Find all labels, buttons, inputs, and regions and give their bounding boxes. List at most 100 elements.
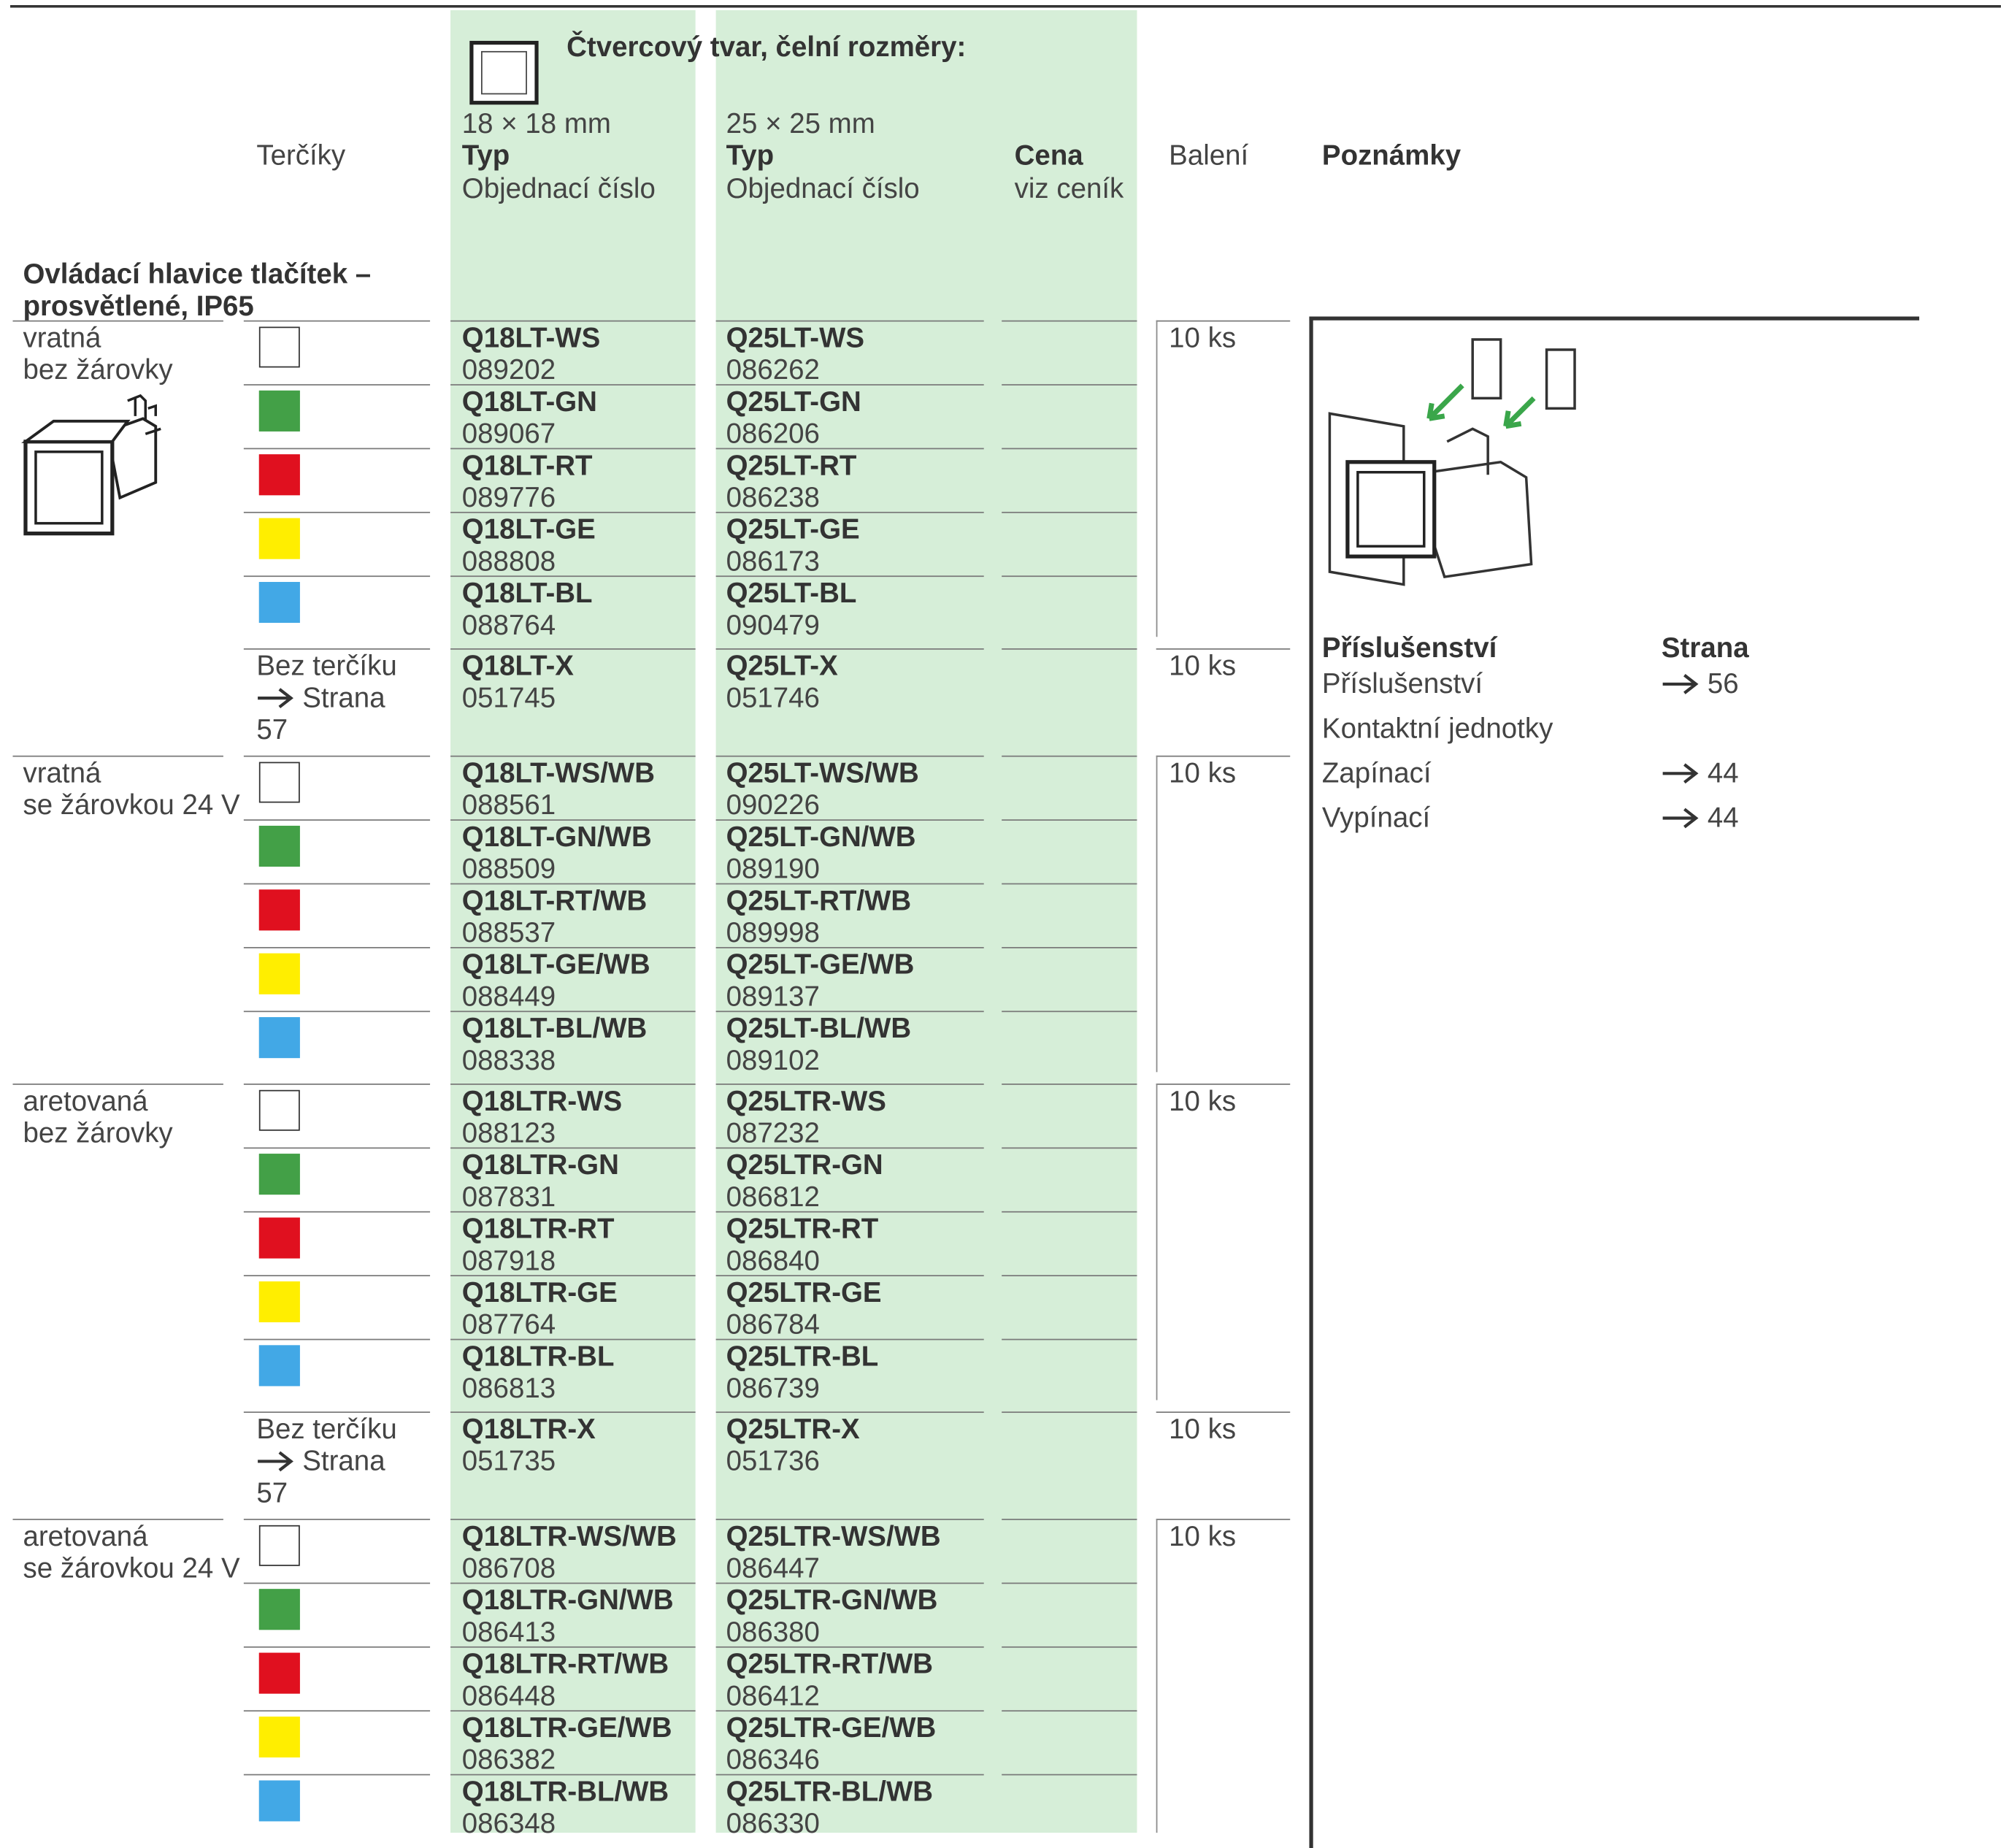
- order-18: 086413: [461, 1615, 556, 1648]
- type-18: Q18LT-GN/WB: [461, 820, 652, 853]
- type-25: Q25LT-GN: [726, 385, 861, 418]
- push-button-head-image: [21, 394, 161, 536]
- packing-header: Balení: [1169, 139, 1249, 172]
- packing-value: 10 ks: [1169, 321, 1237, 354]
- type-18: Q18LTR-BL/WB: [461, 1775, 669, 1808]
- order-18: 089776: [461, 480, 556, 513]
- order-18: 086708: [461, 1552, 556, 1584]
- target-swatch-green: [258, 825, 300, 867]
- type-18: Q18LTR-WS/WB: [461, 1519, 677, 1552]
- no-target-page-ref: Strana: [256, 1445, 385, 1476]
- order-18: 088449: [461, 980, 556, 1013]
- packing-value: 10 ks: [1169, 1413, 1237, 1445]
- packing-value: 10 ks: [1169, 756, 1237, 789]
- group-label: vratná: [23, 321, 101, 354]
- section-title-line2: prosvětlené, IP65: [23, 289, 254, 322]
- order-18: 088338: [461, 1043, 556, 1076]
- type-25: Q25LT-BL: [726, 577, 857, 609]
- order-25: 086784: [726, 1308, 820, 1341]
- order-25: 086262: [726, 353, 820, 386]
- type-18: Q18LTR-GN/WB: [461, 1584, 674, 1616]
- packing-bracket-2: [1156, 755, 1158, 1073]
- order-25: 086206: [726, 417, 820, 450]
- no-target-label: Bez terčíku: [256, 649, 397, 682]
- type-25: Q25LT-GE/WB: [726, 948, 915, 981]
- group-label: vratná: [23, 756, 101, 789]
- accessory-page-link[interactable]: 44: [1662, 802, 1739, 833]
- mounting-illustration: [1328, 338, 1576, 586]
- top-rule: [9, 4, 2001, 8]
- type-25: Q25LT-WS/WB: [726, 756, 919, 789]
- accessory-label: Příslušenství: [1321, 667, 1483, 699]
- square-shape-icon: [469, 40, 539, 105]
- order-25: 086346: [726, 1743, 820, 1776]
- type-18: Q18LTR-GN: [461, 1149, 619, 1181]
- order-header-25: Objednací číslo: [726, 172, 920, 204]
- group-label: aretovaná: [23, 1084, 148, 1117]
- type-25: Q25LTR-GN/WB: [726, 1584, 938, 1616]
- type-18: Q18LT-GN: [461, 385, 597, 418]
- target-swatch-yellow: [258, 1281, 300, 1322]
- target-swatch-blue: [258, 1780, 300, 1822]
- type-18: Q18LTR-RT: [461, 1212, 615, 1245]
- accessories-title: Příslušenství: [1321, 632, 1497, 664]
- group-sublabel: se žárovkou 24 V: [23, 1552, 240, 1584]
- order-25: 051746: [726, 681, 820, 714]
- type-18: Q18LT-WS: [461, 321, 601, 354]
- order-18: 086382: [461, 1743, 556, 1776]
- order-25: 089998: [726, 916, 820, 948]
- target-swatch-green: [258, 1154, 300, 1195]
- group-sublabel: se žárovkou 24 V: [23, 789, 240, 821]
- order-18: 087764: [461, 1308, 556, 1341]
- order-18: 089067: [461, 417, 556, 450]
- order-25: 086447: [726, 1552, 820, 1584]
- packing-value: 10 ks: [1169, 1084, 1237, 1117]
- target-swatch-yellow: [258, 953, 300, 994]
- group-sublabel: bez žárovky: [23, 1116, 173, 1149]
- order-25: 089102: [726, 1043, 820, 1076]
- order-18: 051735: [461, 1444, 556, 1477]
- type-18: Q18LT-GE/WB: [461, 948, 650, 981]
- packing-bracket-4: [1156, 1519, 1158, 1833]
- type-18: Q18LT-WS/WB: [461, 756, 655, 789]
- type-18: Q18LT-BL/WB: [461, 1012, 648, 1044]
- typ-header-18: Typ: [461, 139, 510, 172]
- target-swatch-green: [258, 1589, 300, 1630]
- type-18: Q18LTR-GE/WB: [461, 1711, 672, 1744]
- no-target-page-ref: Strana: [256, 681, 385, 713]
- type-25: Q25LTR-GN: [726, 1149, 883, 1181]
- order-25: 089137: [726, 980, 820, 1013]
- order-25: 051736: [726, 1444, 820, 1477]
- type-25: Q25LT-GE: [726, 513, 860, 545]
- target-swatch-yellow: [258, 1717, 300, 1757]
- group-sublabel: bez žárovky: [23, 353, 173, 386]
- type-25: Q25LTR-WS/WB: [726, 1519, 941, 1552]
- type-18: Q18LTR-X: [461, 1413, 596, 1445]
- no-target-page: 57: [256, 713, 288, 745]
- accessory-page-link[interactable]: 44: [1662, 757, 1739, 789]
- type-25: Q25LT-GN/WB: [726, 820, 916, 853]
- type-25: Q25LT-X: [726, 649, 838, 682]
- order-header-18: Objednací číslo: [461, 172, 656, 204]
- size-18-header: 18 × 18 mm: [461, 107, 611, 139]
- target-swatch-green: [258, 390, 300, 432]
- accessories-page-col: Strana: [1661, 632, 1749, 664]
- order-18: 088561: [461, 789, 556, 821]
- packing-value: 10 ks: [1169, 649, 1237, 682]
- target-swatch-white: [258, 1089, 300, 1131]
- type-25: Q25LT-BL/WB: [726, 1012, 912, 1044]
- type-25: Q25LT-RT: [726, 449, 857, 481]
- order-25: 086380: [726, 1615, 820, 1648]
- type-25: Q25LTR-RT/WB: [726, 1647, 934, 1680]
- target-swatch-red: [258, 1217, 300, 1259]
- no-target-page: 57: [256, 1476, 288, 1509]
- price-sub-header: viz ceník: [1014, 172, 1124, 204]
- order-18: 089202: [461, 353, 556, 386]
- type-25: Q25LTR-GE/WB: [726, 1711, 937, 1744]
- target-swatch-white: [258, 762, 300, 803]
- accessory-page-link[interactable]: 56: [1662, 667, 1739, 699]
- order-18: 088509: [461, 852, 556, 885]
- order-18: 087918: [461, 1244, 556, 1276]
- targets-header: Terčíky: [256, 139, 346, 172]
- type-18: Q18LTR-BL: [461, 1340, 615, 1373]
